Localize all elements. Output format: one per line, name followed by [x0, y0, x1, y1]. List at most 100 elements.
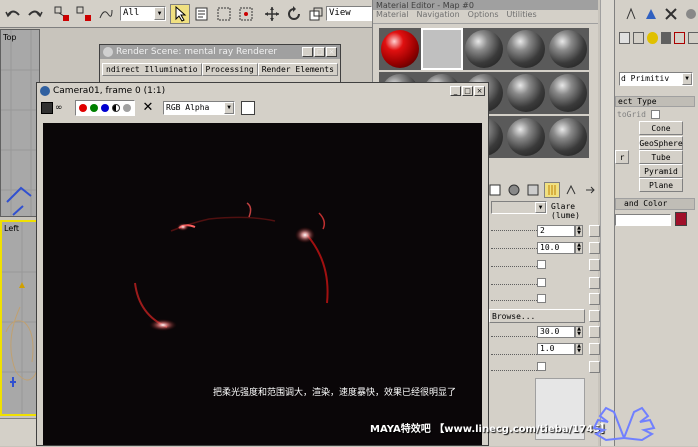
minimize-icon[interactable]: _: [450, 85, 461, 96]
redo-icon[interactable]: [25, 4, 45, 24]
hierarchy-tab-icon[interactable]: [663, 5, 679, 23]
put-to-scene-icon[interactable]: [506, 182, 522, 198]
select-and-link-icon[interactable]: [52, 4, 72, 24]
green-channel-icon[interactable]: [90, 104, 98, 112]
scale-icon[interactable]: [306, 4, 326, 24]
map-slot-button[interactable]: [589, 277, 600, 289]
helpers-icon[interactable]: [674, 32, 686, 44]
tab-render-elements[interactable]: Render Elements: [257, 63, 338, 76]
map-slot-button[interactable]: [589, 242, 600, 254]
move-icon[interactable]: [262, 4, 282, 24]
spinner-arrows-icon[interactable]: ▲ ▼: [575, 225, 583, 237]
object-color-swatch[interactable]: [675, 212, 687, 226]
menu-utilities[interactable]: Utilities: [507, 10, 537, 23]
monochrome-icon[interactable]: [112, 104, 120, 112]
motion-tab-icon[interactable]: [683, 5, 698, 23]
go-forward-icon[interactable]: [582, 182, 598, 198]
map-slot-button[interactable]: [589, 361, 600, 373]
space-warps-icon[interactable]: [688, 32, 698, 44]
pyramid-button[interactable]: Pyramid: [639, 164, 683, 178]
maximize-icon[interactable]: □: [314, 47, 325, 57]
show-end-result-icon[interactable]: [544, 182, 560, 198]
param-checkbox[interactable]: [537, 278, 546, 287]
undo-icon[interactable]: [3, 4, 23, 24]
spinner-arrows-icon[interactable]: ▲ ▼: [575, 242, 583, 254]
param-spinner-4[interactable]: 1.0 ▲ ▼: [537, 343, 583, 355]
sample-slot[interactable]: [463, 28, 505, 70]
spinner-arrows-icon[interactable]: ▲ ▼: [575, 343, 583, 355]
menu-options[interactable]: Options: [468, 10, 499, 23]
param-spinner-2[interactable]: 10.0 ▲ ▼: [537, 242, 583, 254]
red-channel-icon[interactable]: [79, 104, 87, 112]
primitive-type-dropdown[interactable]: d Primitiv ▼: [619, 72, 693, 86]
selection-filter-dropdown[interactable]: All ▼: [120, 6, 166, 21]
spinner-arrows-icon[interactable]: ▲ ▼: [575, 326, 583, 338]
alpha-channel-icon[interactable]: [123, 104, 131, 112]
lights-icon[interactable]: [646, 32, 658, 44]
sample-slot[interactable]: [505, 116, 547, 158]
cone-button[interactable]: Cone: [639, 121, 683, 135]
tab-processing[interactable]: Processing: [201, 63, 258, 76]
map-slot-button[interactable]: [589, 326, 600, 338]
geosphere-button[interactable]: GeoSphere: [639, 136, 683, 150]
command-panel-scrollbar[interactable]: [600, 0, 614, 446]
map-type-dropdown[interactable]: ▼: [491, 201, 547, 214]
menu-navigation[interactable]: Navigation: [417, 10, 460, 23]
show-map-icon[interactable]: [525, 182, 541, 198]
close-icon[interactable]: ×: [326, 47, 337, 57]
minimize-icon[interactable]: _: [302, 47, 313, 57]
material-editor-titlebar[interactable]: Material Editor - Map #0: [373, 0, 598, 10]
menu-material[interactable]: Material: [376, 10, 409, 23]
partial-left-button[interactable]: r: [615, 150, 629, 164]
sample-slot[interactable]: [505, 28, 547, 70]
color-swatch[interactable]: [241, 101, 255, 115]
clear-icon[interactable]: ✕: [141, 101, 155, 115]
sample-slot[interactable]: [505, 72, 547, 114]
map-slot-button[interactable]: [589, 225, 600, 237]
select-by-name-icon[interactable]: [192, 4, 212, 24]
geometry-icon[interactable]: [619, 32, 630, 44]
close-icon[interactable]: ×: [474, 85, 485, 96]
maximize-icon[interactable]: □: [462, 85, 473, 96]
sample-slot[interactable]: [547, 116, 589, 158]
rotate-icon[interactable]: [284, 4, 304, 24]
object-type-rollout-title[interactable]: ect Type: [615, 96, 695, 107]
clone-icon[interactable]: ∞: [55, 102, 69, 114]
shapes-icon[interactable]: [632, 32, 644, 44]
map-slot-button[interactable]: [589, 259, 600, 271]
display-channel-dropdown[interactable]: RGB Alpha ▼: [163, 101, 235, 115]
sample-slot-active[interactable]: [421, 28, 463, 70]
param-spinner-1[interactable]: 2 ▲ ▼: [537, 225, 583, 237]
name-color-rollout-title[interactable]: and Color: [615, 198, 695, 210]
render-scene-titlebar[interactable]: Render Scene: mental ray Renderer _ □ ×: [100, 45, 340, 59]
sample-slot[interactable]: [547, 72, 589, 114]
map-slot-button[interactable]: [589, 310, 600, 322]
window-crossing-icon[interactable]: [236, 4, 256, 24]
param-checkbox[interactable]: [537, 294, 546, 303]
map-slot-button[interactable]: [589, 343, 600, 355]
rectangular-selection-icon[interactable]: [214, 4, 234, 24]
unlink-icon[interactable]: [74, 4, 94, 24]
sample-slot[interactable]: [379, 28, 421, 70]
cameras-icon[interactable]: [660, 32, 672, 44]
tab-indirect-illumination[interactable]: ndirect Illuminatio: [102, 63, 202, 76]
map-slot-button[interactable]: [589, 293, 600, 305]
object-name-field[interactable]: [615, 214, 671, 226]
param-checkbox[interactable]: [537, 260, 546, 269]
viewport-top[interactable]: Top: [0, 29, 40, 217]
viewport-left[interactable]: Left: [0, 220, 40, 416]
reference-coordinate-dropdown[interactable]: View: [326, 6, 372, 21]
rendered-frame-titlebar[interactable]: Camera01, frame 0 (1:1) _ □ ×: [37, 83, 488, 98]
param-checkbox[interactable]: [537, 362, 546, 371]
go-to-parent-icon[interactable]: [563, 182, 579, 198]
select-object-icon[interactable]: [170, 4, 190, 24]
create-tab-icon[interactable]: [623, 5, 639, 23]
param-spinner-3[interactable]: 30.0 ▲ ▼: [537, 326, 583, 338]
get-material-icon[interactable]: [487, 182, 503, 198]
save-icon[interactable]: [41, 102, 53, 114]
sample-slot[interactable]: [547, 28, 589, 70]
bind-space-warp-icon[interactable]: [96, 4, 116, 24]
autogrid-checkbox[interactable]: [651, 110, 660, 119]
blue-channel-icon[interactable]: [101, 104, 109, 112]
tube-button[interactable]: Tube: [639, 150, 683, 164]
